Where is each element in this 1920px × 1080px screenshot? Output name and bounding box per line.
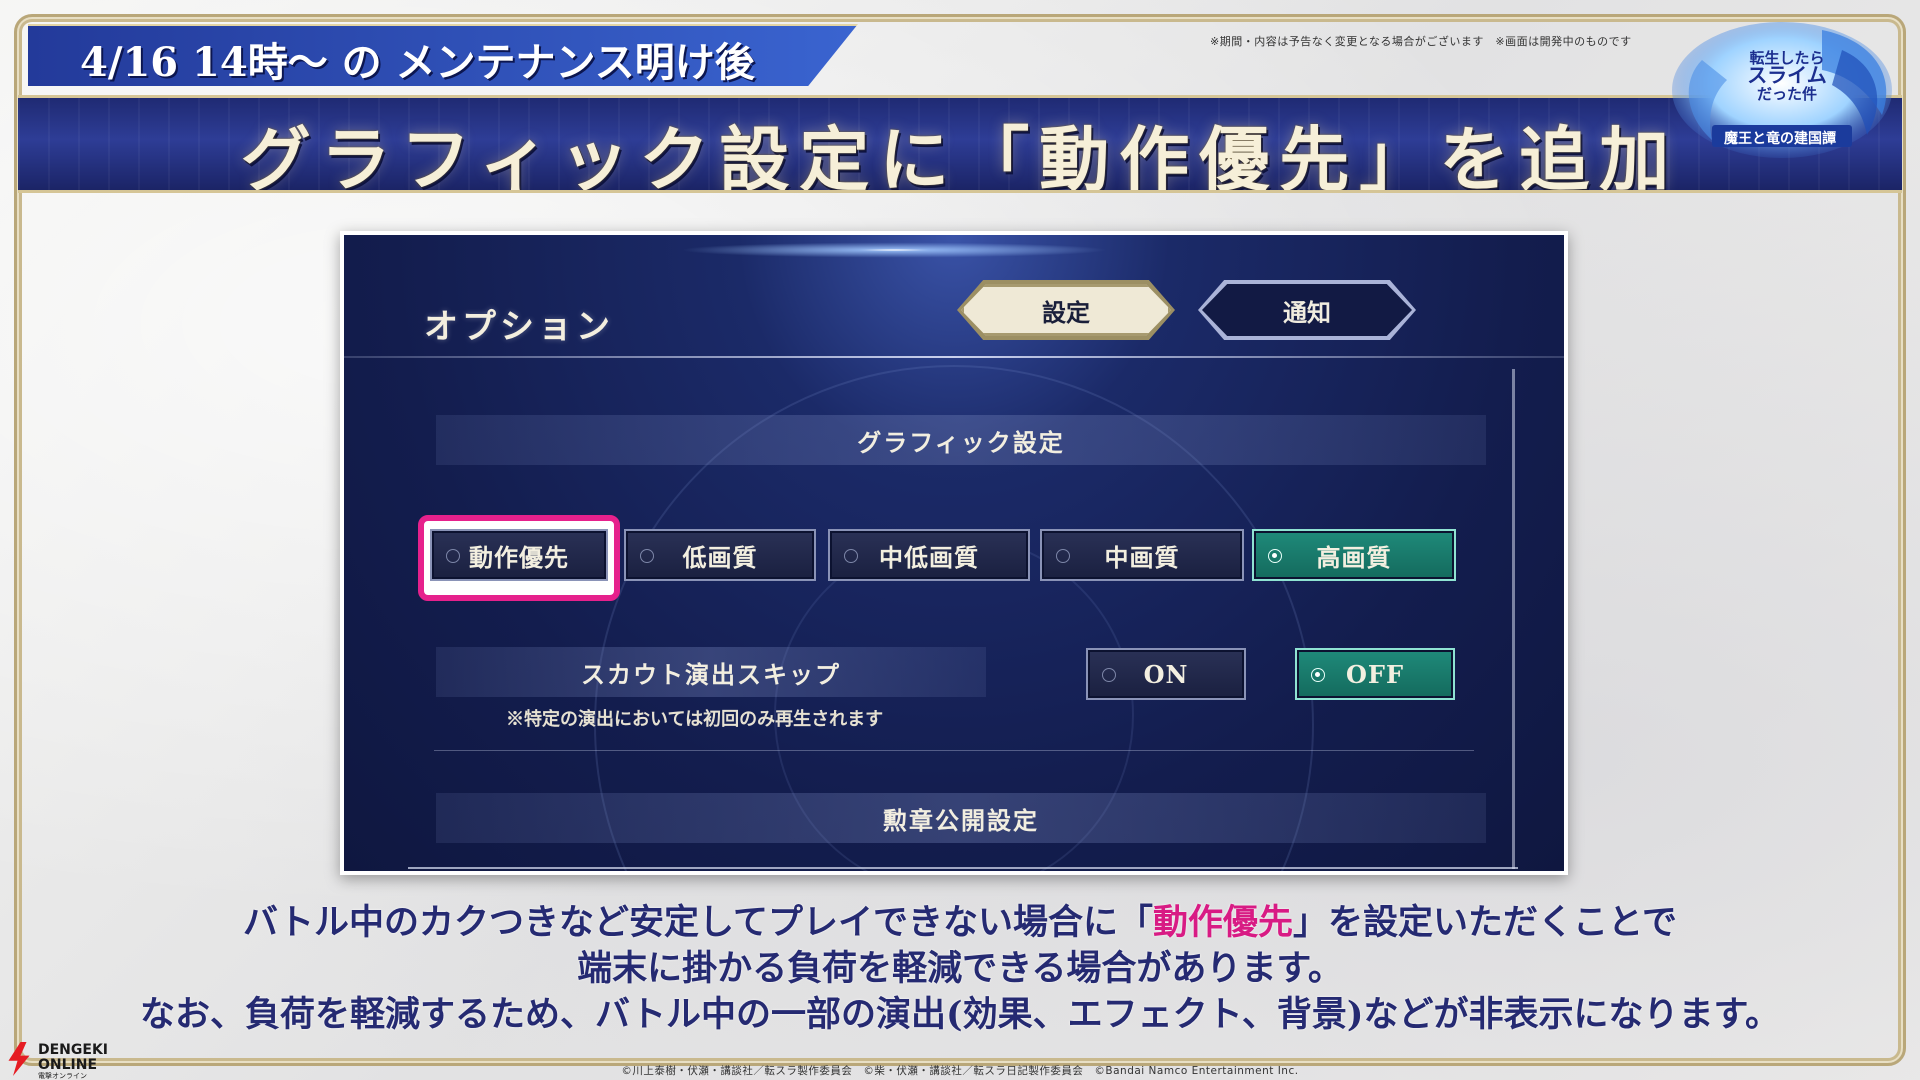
option-label: 低画質 — [682, 542, 758, 572]
copyright-text: ©川上泰樹・伏瀬・講談社／転スラ製作委員会 ©柴・伏瀬・講談社／転スラ日記製作委… — [621, 1065, 1299, 1077]
option-label: 中低画質 — [879, 542, 979, 572]
logo-line-3: だった件 — [1756, 85, 1817, 103]
scout-skip-on[interactable]: ON — [1086, 648, 1246, 700]
radio-icon — [640, 549, 654, 563]
option-label: 高画質 — [1316, 542, 1392, 572]
graphics-option-high[interactable]: 高画質 — [1252, 529, 1456, 581]
logo-subtitle: 魔王と竜の建国譚 — [1724, 131, 1836, 147]
description-line-1-pre: バトル中のカクつきなど安定してプレイできない場合に「 — [243, 902, 1154, 943]
description-line-2: 端末に掛かる負荷を軽減できる場合があります。 — [577, 948, 1343, 989]
graphics-section-header: グラフィック設定 — [436, 415, 1486, 465]
graphics-option-medium[interactable]: 中画質 — [1040, 529, 1244, 581]
radio-icon — [1268, 549, 1282, 563]
option-label: ON — [1143, 659, 1189, 689]
brand-line-2: ONLINE — [38, 1057, 98, 1073]
header-divider — [344, 356, 1564, 358]
description-line-1: バトル中のカクつきなど安定してプレイできない場合に「動作優先」を設定いただくこと… — [0, 900, 1920, 946]
radio-icon — [1102, 668, 1116, 682]
options-screen: オプション 設定 通知 グラフィック設定 動作優先 低画質 中低画質 中画質 高… — [344, 235, 1564, 871]
radio-icon — [446, 549, 460, 563]
radio-icon — [1056, 549, 1070, 563]
scout-section-header: スカウト演出スキップ — [436, 647, 986, 697]
tab-notifications[interactable]: 通知 — [1202, 284, 1412, 336]
scout-skip-off[interactable]: OFF — [1295, 648, 1455, 700]
options-title: オプション — [424, 307, 614, 347]
scrollbar[interactable] — [1512, 369, 1515, 869]
radio-icon — [844, 549, 858, 563]
lightning-icon — [8, 1042, 30, 1076]
tab-settings[interactable]: 設定 — [961, 284, 1171, 336]
description-line-3: なお、負荷を軽減するため、バトル中の一部の演出(効果、エフェクト、背景)などが非… — [140, 994, 1780, 1035]
medal-section-header: 勲章公開設定 — [436, 793, 1486, 843]
option-label: OFF — [1346, 659, 1404, 689]
radio-icon — [1311, 668, 1325, 682]
graphics-option-medium-low[interactable]: 中低画質 — [828, 529, 1030, 581]
game-logo: 転生したら スライム だった件 魔王と竜の建国譚 — [1672, 20, 1902, 160]
page-title: グラフィック設定に「動作優先」を追加 — [240, 118, 1680, 193]
light-flare — [644, 241, 1144, 259]
description-emphasis: 動作優先 — [1153, 902, 1294, 943]
graphics-option-performance[interactable]: 動作優先 — [430, 529, 608, 581]
scout-note: ※特定の演出においては初回のみ再生されます — [506, 709, 884, 730]
option-label: 動作優先 — [469, 542, 569, 572]
option-label: 中画質 — [1104, 542, 1180, 572]
bottom-divider — [408, 867, 1518, 869]
dengeki-online-logo: DENGEKI ONLINE 電撃オンライン — [4, 1040, 134, 1080]
logo-line-2: スライム — [1747, 63, 1827, 87]
title-banner: グラフィック設定に「動作優先」を追加 — [18, 95, 1902, 193]
brand-line-3: 電撃オンライン — [38, 1072, 87, 1080]
maintenance-tag-text: 4/16 14時〜 の メンテナンス明け後 — [80, 39, 755, 86]
brand-line-1: DENGEKI — [38, 1042, 109, 1058]
section-divider — [434, 750, 1474, 751]
graphics-option-low[interactable]: 低画質 — [624, 529, 816, 581]
description: バトル中のカクつきなど安定してプレイできない場合に「動作優先」を設定いただくこと… — [0, 900, 1920, 1038]
description-line-1-post: 」を設定いただくことで — [1293, 902, 1677, 943]
game-screenshot: オプション 設定 通知 グラフィック設定 動作優先 低画質 中低画質 中画質 高… — [340, 231, 1568, 875]
disclaimer-note: ※期間・内容は予告なく変更となる場合がございます ※画面は開発中のものです — [1210, 35, 1632, 48]
